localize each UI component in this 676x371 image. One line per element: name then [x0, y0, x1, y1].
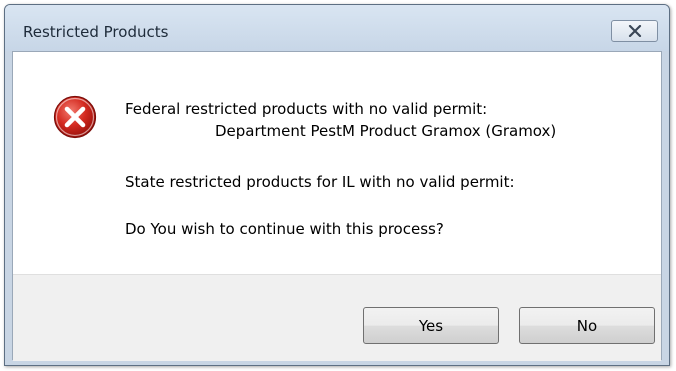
continue-question: Do You wish to continue with this proces…: [125, 220, 444, 238]
dialog-title: Restricted Products: [23, 23, 169, 41]
message-area: Federal restricted products with no vali…: [13, 52, 661, 274]
title-bar[interactable]: Restricted Products: [5, 5, 669, 51]
button-bar: Yes No: [13, 274, 661, 361]
dialog-client-area: Federal restricted products with no vali…: [12, 51, 662, 361]
no-button[interactable]: No: [519, 307, 655, 344]
yes-button[interactable]: Yes: [363, 307, 499, 344]
close-x-icon: [628, 25, 642, 37]
state-heading: State restricted products for IL with no…: [125, 173, 515, 191]
close-button[interactable]: [611, 20, 658, 42]
restricted-products-dialog: Restricted Products Federal restricted p…: [4, 4, 670, 366]
error-icon: [53, 95, 97, 139]
federal-heading: Federal restricted products with no vali…: [125, 100, 488, 118]
federal-product-item: Department PestM Product Gramox (Gramox): [215, 122, 557, 140]
